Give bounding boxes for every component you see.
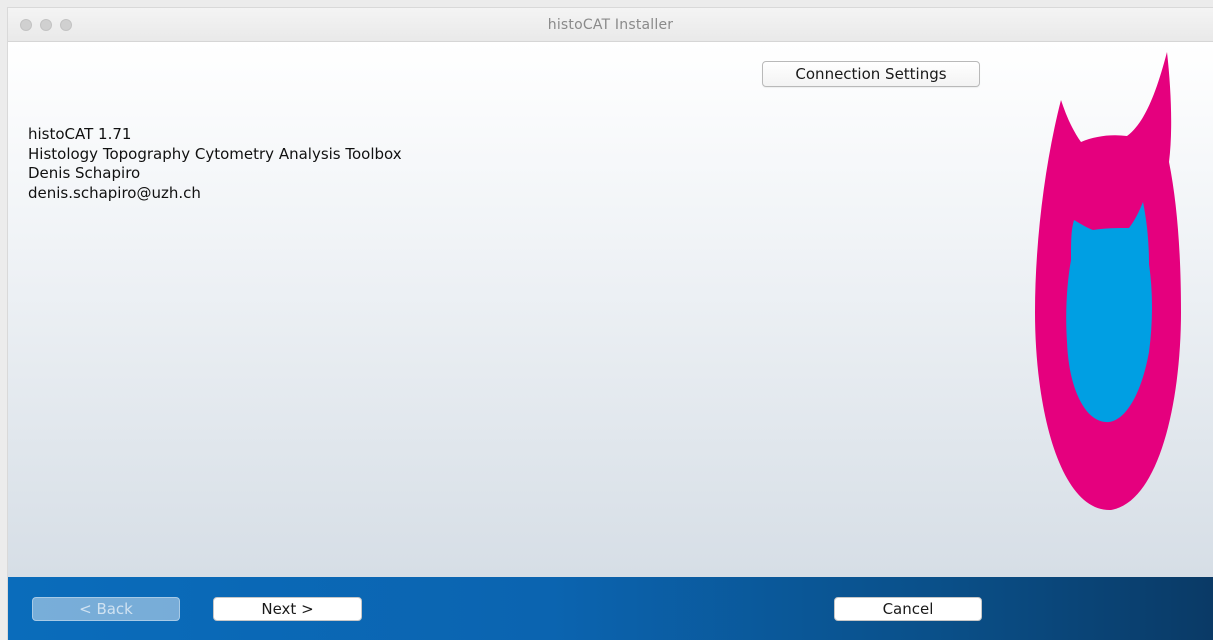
back-button[interactable]: < Back <box>32 597 180 621</box>
navigation-bar: < Back Next > Cancel <box>8 577 1213 640</box>
histocat-logo-icon <box>1035 52 1181 511</box>
next-button[interactable]: Next > <box>213 597 362 621</box>
author-name: Denis Schapiro <box>28 164 141 182</box>
product-full-name: Histology Topography Cytometry Analysis … <box>28 144 402 163</box>
connection-settings-button[interactable]: Connection Settings <box>762 61 980 87</box>
product-info: histoCAT 1.71 Histology Topography Cytom… <box>28 125 402 203</box>
cancel-button[interactable]: Cancel <box>834 597 982 621</box>
product-version: histoCAT 1.71 <box>28 125 132 143</box>
main-panel: Connection Settings histoCAT 1.71 Histol… <box>8 42 1213 577</box>
title-bar: histoCAT Installer <box>8 8 1213 42</box>
author-email: denis.schapiro@uzh.ch <box>28 183 201 202</box>
window-title: histoCAT Installer <box>547 17 674 33</box>
installer-window: histoCAT Installer Connection Settings h… <box>8 8 1213 640</box>
